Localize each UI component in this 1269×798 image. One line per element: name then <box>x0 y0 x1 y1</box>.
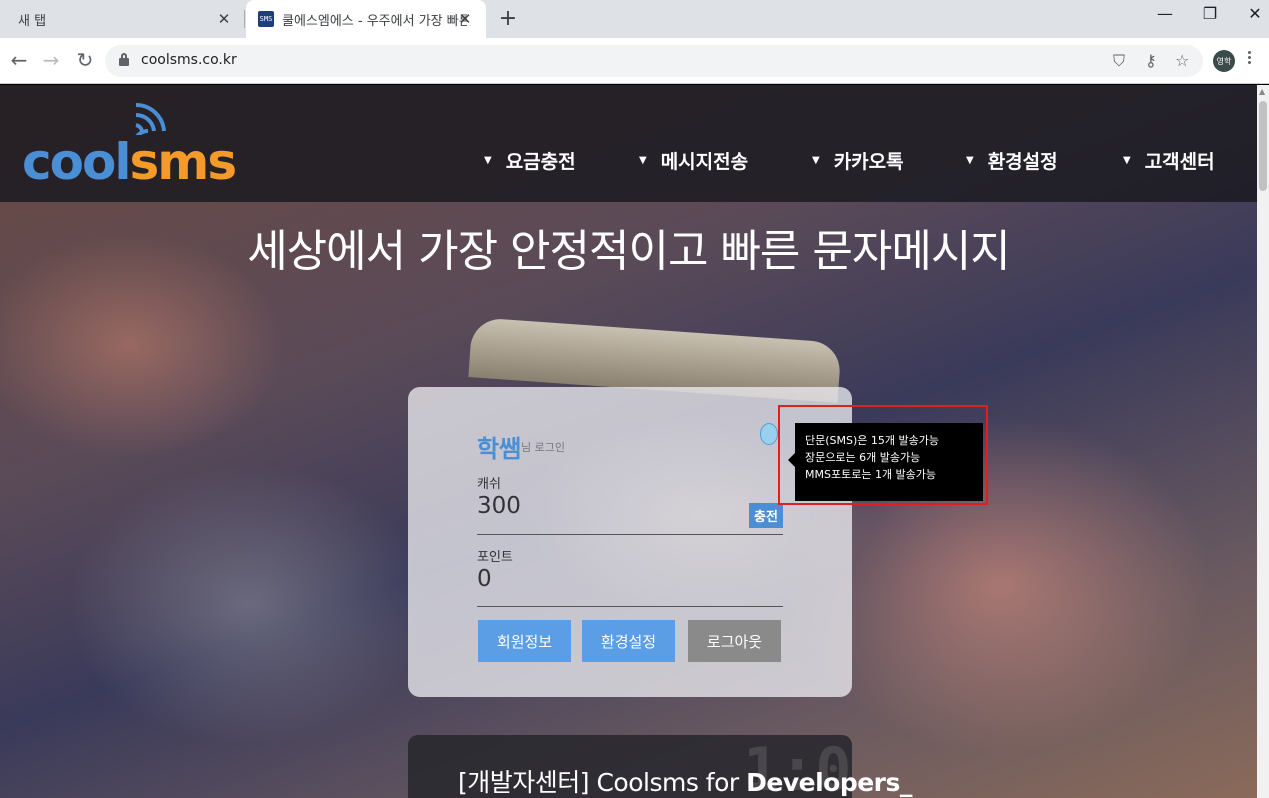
reload-icon[interactable]: ↻ <box>72 48 98 72</box>
tab-title: 쿨에스엠에스 - 우주에서 가장 빠른 <box>282 13 467 29</box>
tab-strip: 새 탭 ✕ SMS 쿨에스엠에스 - 우주에서 가장 빠른 ✕ + — ❐ ✕ <box>0 0 1269 38</box>
menu-icon[interactable] <box>1246 49 1252 71</box>
cash-value: 300 <box>477 493 521 519</box>
browser-toolbar: ← → ↻ coolsms.co.kr ⛉ ⚷ ☆ 영학 <box>0 38 1269 84</box>
favicon-icon: SMS <box>258 11 274 27</box>
nav-item-support[interactable]: ▼ 고객센터 <box>1123 147 1215 174</box>
star-icon[interactable]: ☆ <box>1175 51 1189 70</box>
info-icon[interactable] <box>760 423 778 445</box>
profile-avatar[interactable]: 영학 <box>1213 50 1235 72</box>
key-icon[interactable]: ⚷ <box>1145 51 1157 70</box>
nav-label: 메시지전송 <box>660 151 749 173</box>
nav-item-send-message[interactable]: ▼ 메시지전송 <box>639 147 748 174</box>
divider <box>477 606 783 607</box>
scroll-up-icon[interactable]: ▲ <box>1259 87 1265 96</box>
scrollbar-thumb[interactable] <box>1259 101 1267 191</box>
new-tab-plus-icon[interactable]: + <box>496 6 520 31</box>
user-name: 학쌤 <box>477 435 522 463</box>
logo-part-cool: cool <box>22 133 131 191</box>
tab-coolsms[interactable]: SMS 쿨에스엠에스 - 우주에서 가장 빠른 ✕ <box>246 0 486 38</box>
tab-title: 새 탭 <box>18 13 47 29</box>
point-value: 0 <box>477 566 492 592</box>
browser-window: 새 탭 ✕ SMS 쿨에스엠에스 - 우주에서 가장 빠른 ✕ + — ❐ ✕ … <box>0 0 1269 798</box>
caret-down-icon: ▼ <box>484 155 492 166</box>
minimize-icon[interactable]: — <box>1145 4 1185 23</box>
developer-center-banner[interactable]: 1:0 [개발자센터] Coolsms for Developers_ <box>408 735 912 798</box>
tab-separator <box>244 10 245 28</box>
logo-part-sms: sms <box>129 133 237 191</box>
close-icon[interactable]: ✕ <box>215 10 233 28</box>
highlight-box <box>778 405 988 505</box>
hero-title: 세상에서 가장 안정적이고 빠른 문자메시지 <box>247 226 1011 277</box>
logout-button[interactable]: 로그아웃 <box>688 620 781 662</box>
point-label: 포인트 <box>477 550 513 565</box>
dev-bold: Developers_ <box>746 768 912 797</box>
close-icon[interactable]: ✕ <box>456 10 474 28</box>
window-close-icon[interactable]: ✕ <box>1235 4 1269 23</box>
nav-label: 카카오톡 <box>833 151 904 173</box>
nav-label: 요금충전 <box>505 151 576 173</box>
blocked-popup-icon[interactable]: ⛉ <box>1113 51 1125 71</box>
page-scrollbar[interactable]: ▲ <box>1257 85 1269 798</box>
charge-button[interactable]: 충전 <box>749 503 783 528</box>
developer-center-text: [개발자센터] Coolsms for Developers_ <box>458 763 912 798</box>
nav-item-charge[interactable]: ▼ 요금충전 <box>484 147 576 174</box>
settings-button[interactable]: 환경설정 <box>582 620 675 662</box>
nav-item-settings[interactable]: ▼ 환경설정 <box>966 147 1058 174</box>
signal-icon <box>132 102 166 135</box>
caret-down-icon: ▼ <box>639 155 647 166</box>
lock-icon <box>119 53 129 66</box>
url-text: coolsms.co.kr <box>141 52 237 68</box>
cash-label: 캐쉬 <box>477 477 501 492</box>
login-suffix: 님 로그인 <box>521 441 565 454</box>
dev-prefix: [개발자센터] Coolsms for <box>458 768 747 797</box>
nav-item-kakaotalk[interactable]: ▼ 카카오톡 <box>812 147 904 174</box>
restore-icon[interactable]: ❐ <box>1190 4 1230 23</box>
page-viewport: coolsms ▼ 요금충전 ▼ 메시지전송 ▼ 카카오톡 ▼ 환경설정 ▼ 고객센터 세… <box>0 85 1257 798</box>
forward-icon[interactable]: → <box>38 48 64 72</box>
back-icon[interactable]: ← <box>6 48 32 72</box>
caret-down-icon: ▼ <box>966 155 974 166</box>
site-header: coolsms ▼ 요금충전 ▼ 메시지전송 ▼ 카카오톡 ▼ 환경설정 ▼ 고객센터 <box>0 85 1257 202</box>
divider <box>477 534 783 535</box>
caret-down-icon: ▼ <box>812 155 820 166</box>
tab-new-tab[interactable]: 새 탭 ✕ <box>0 0 245 38</box>
address-bar[interactable]: coolsms.co.kr ⛉ ⚷ ☆ <box>105 45 1203 77</box>
member-info-button[interactable]: 회원정보 <box>478 620 571 662</box>
caret-down-icon: ▼ <box>1123 155 1131 166</box>
site-logo[interactable]: coolsms <box>22 133 237 191</box>
nav-label: 고객센터 <box>1144 151 1215 173</box>
nav-label: 환경설정 <box>987 151 1058 173</box>
